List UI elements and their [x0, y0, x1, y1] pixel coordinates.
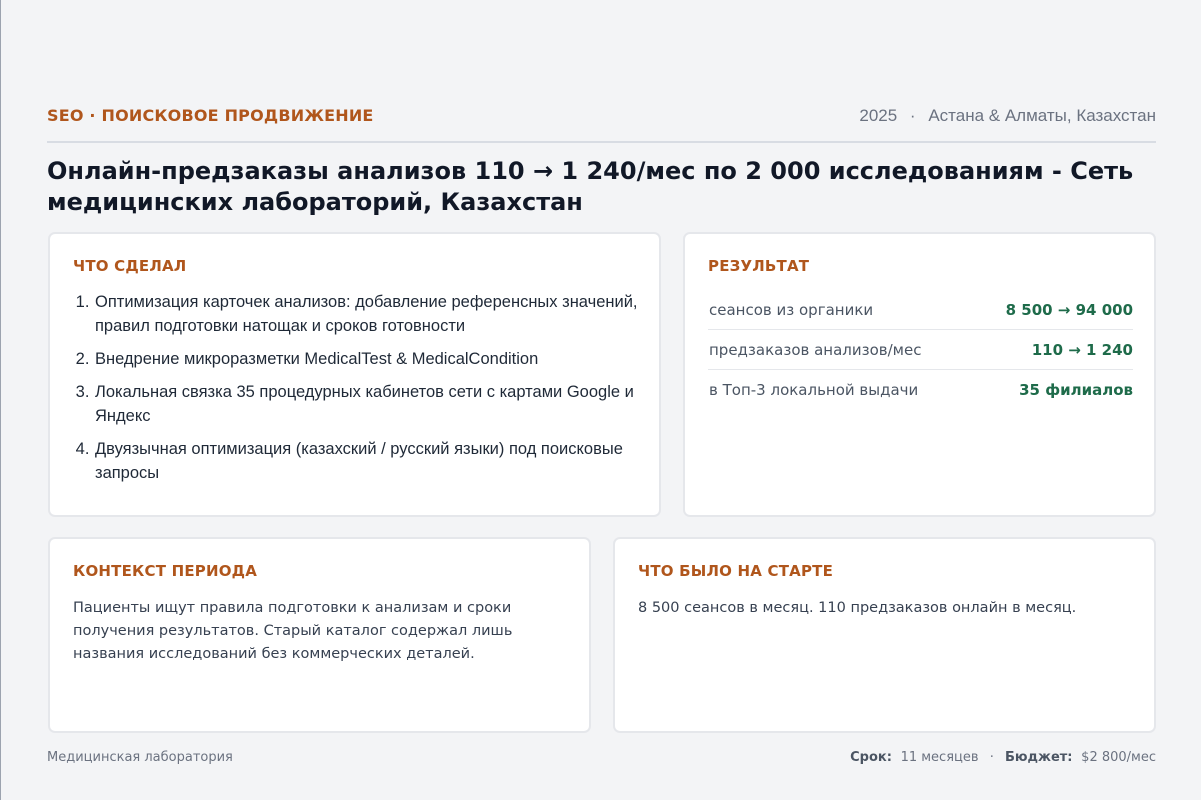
what-did-heading: ЧТО СДЕЛАЛ: [73, 257, 187, 275]
metric-row: в Топ-3 локальной выдачи 35 филиалов: [708, 370, 1133, 409]
metric-label: сеансов из органики: [709, 300, 874, 319]
budget-label: Бюджет:: [1004, 750, 1078, 765]
what-did-card: ЧТО СДЕЛАЛ Оптимизация карточек анализов…: [48, 232, 661, 517]
what-did-list: Оптимизация карточек анализов: добавлени…: [94, 290, 639, 494]
category-eyebrow: SEO · ПОИСКОВОЕ ПРОДВИЖЕНИЕ: [47, 106, 374, 125]
term-value: 11 месяцев: [900, 750, 979, 765]
term-label: Срок:: [850, 750, 897, 765]
project-terms: Срок: 11 месяцев · Бюджет: $2 800/мес: [850, 748, 1156, 768]
metric-value: 110 → 1 240: [1031, 340, 1133, 359]
start-card: ЧТО БЫЛО НА СТАРТЕ 8 500 сеансов в месяц…: [613, 537, 1156, 733]
metric-value: 35 филиалов: [1019, 380, 1133, 399]
list-item: Двуязычная оптимизация (казахский / русс…: [94, 437, 639, 485]
metric-value: 8 500 → 94 000: [1005, 300, 1133, 319]
start-text: 8 500 сеансов в месяц. 110 предзаказов о…: [638, 600, 1077, 616]
project-location: Астана & Алматы, Казахстан: [928, 106, 1156, 125]
start-heading: ЧТО БЫЛО НА СТАРТЕ: [638, 562, 834, 580]
list-item: Внедрение микроразметки MedicalTest & Me…: [94, 347, 639, 371]
result-metrics: сеансов из органики 8 500 → 94 000 предз…: [708, 294, 1133, 409]
metric-row: сеансов из органики 8 500 → 94 000: [708, 290, 1133, 330]
context-text: Пациенты ищут правила подготовки к анали…: [73, 600, 513, 662]
industry-label: Медицинская лаборатория: [47, 750, 233, 765]
project-year: 2025: [859, 106, 898, 125]
context-card: КОНТЕКСТ ПЕРИОДА Пациенты ищут правила п…: [48, 537, 591, 733]
header-bar: SEO · ПОИСКОВОЕ ПРОДВИЖЕНИЕ 2025 · Астан…: [47, 104, 1156, 143]
footer: Медицинская лаборатория Срок: 11 месяцев…: [47, 748, 1156, 768]
page-title: Онлайн-предзаказы анализов 110 → 1 240/м…: [47, 157, 1134, 216]
list-item: Локальная связка 35 процедурных кабинето…: [94, 380, 639, 428]
context-heading: КОНТЕКСТ ПЕРИОДА: [73, 562, 258, 580]
list-item: Оптимизация карточек анализов: добавлени…: [94, 290, 639, 338]
metric-label: предзаказов анализов/мес: [709, 340, 922, 359]
budget-value: $2 800/мес: [1081, 750, 1156, 765]
meta-separator: ·: [909, 106, 916, 125]
result-heading: РЕЗУЛЬТАТ: [708, 257, 810, 275]
metric-row: предзаказов анализов/мес 110 → 1 240: [708, 330, 1133, 370]
metric-label: в Топ-3 локальной выдачи: [709, 380, 919, 399]
result-card: РЕЗУЛЬТАТ сеансов из органики 8 500 → 94…: [683, 232, 1156, 517]
footer-separator: ·: [989, 750, 994, 765]
project-meta: 2025 · Астана & Алматы, Казахстан: [859, 104, 1156, 128]
